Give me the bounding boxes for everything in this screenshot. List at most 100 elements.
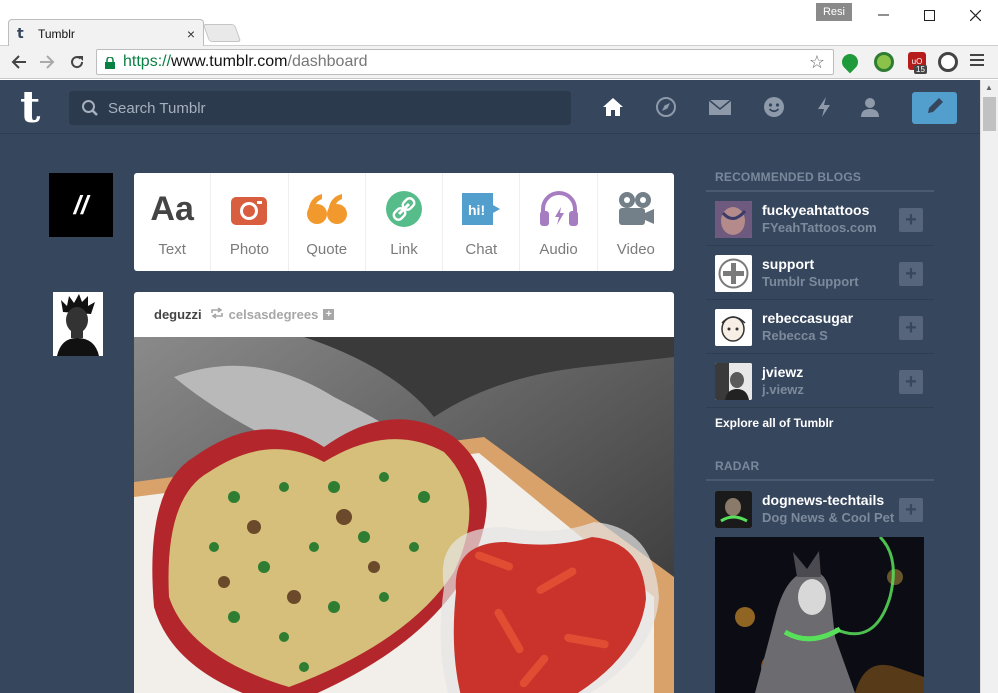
blog-avatar[interactable] xyxy=(715,309,752,346)
blog-title: Tumblr Support xyxy=(762,274,859,289)
post-type-bar: Aa Text Photo Quote Link hi! Chat Audio … xyxy=(134,173,674,271)
follow-button[interactable]: + xyxy=(899,316,923,340)
home-icon[interactable] xyxy=(601,95,625,119)
post-author-link[interactable]: deguzzi xyxy=(154,307,202,322)
tumblr-header: t Search Tumblr xyxy=(0,80,980,134)
radar-title: RADAR xyxy=(715,459,760,473)
maximize-icon[interactable] xyxy=(906,0,952,30)
blog-title: FYeahTattoos.com xyxy=(762,220,877,235)
extension-green-leaf-icon[interactable] xyxy=(838,50,862,74)
blog-avatar[interactable] xyxy=(715,201,752,238)
text-icon: Aa xyxy=(150,189,194,228)
post-type-label: Photo xyxy=(229,241,270,258)
profile-badge[interactable]: Resi xyxy=(816,3,852,21)
search-icon xyxy=(81,99,99,117)
follow-button[interactable]: + xyxy=(899,498,923,522)
follow-button[interactable]: + xyxy=(899,370,923,394)
post-type-label: Video xyxy=(616,241,655,258)
forward-arrow-icon[interactable] xyxy=(36,51,58,73)
scroll-thumb[interactable] xyxy=(983,97,996,131)
post-type-label: Text xyxy=(158,241,186,258)
camera-icon xyxy=(230,190,268,228)
messaging-smiley-icon[interactable] xyxy=(762,95,786,119)
post-type-label: Link xyxy=(390,241,418,258)
recommended-blog-row[interactable]: jviewz j.viewz + xyxy=(706,354,934,408)
search-input[interactable]: Search Tumblr xyxy=(69,91,571,125)
minimize-icon[interactable] xyxy=(860,0,906,30)
recommended-blog-row[interactable]: rebeccasugar Rebecca S + xyxy=(706,300,934,354)
address-bar[interactable]: https://www.tumblr.com/dashboard ☆ xyxy=(96,49,834,75)
post-photo[interactable] xyxy=(134,337,674,693)
post-header: deguzzi celsasdegrees + xyxy=(134,292,674,337)
tab-close-icon[interactable]: × xyxy=(187,26,195,42)
extension-sync-icon[interactable] xyxy=(938,52,958,72)
scroll-up-arrow-icon[interactable]: ▲ xyxy=(985,83,993,92)
close-window-icon[interactable] xyxy=(952,0,998,30)
follow-source-icon[interactable]: + xyxy=(323,309,335,320)
extension-green-ring-icon[interactable] xyxy=(874,52,894,72)
follow-button[interactable]: + xyxy=(899,208,923,232)
blog-name[interactable]: dognews-techtails xyxy=(762,492,884,508)
blog-name[interactable]: fuckyeahtattoos xyxy=(762,202,869,218)
activity-lightning-icon[interactable] xyxy=(812,95,836,119)
link-icon xyxy=(385,190,423,228)
post-type-chat[interactable]: hi! Chat xyxy=(443,173,521,271)
radar-blog-row[interactable]: dognews-techtails Dog News & Cool Pet + xyxy=(706,486,934,536)
browser-toolbar: https://www.tumblr.com/dashboard ☆ uO 15 xyxy=(0,46,998,79)
quote-icon xyxy=(306,190,348,228)
reload-icon[interactable] xyxy=(66,51,88,73)
new-tab-button[interactable] xyxy=(202,24,242,42)
post-type-label: Audio xyxy=(539,241,578,258)
user-avatar[interactable]: // xyxy=(49,173,113,237)
recommended-blogs-title: RECOMMENDED BLOGS xyxy=(715,170,862,184)
post-type-audio[interactable]: Audio xyxy=(520,173,598,271)
tumblr-favicon-icon: t xyxy=(17,25,24,42)
back-arrow-icon[interactable] xyxy=(8,51,30,73)
search-placeholder: Search Tumblr xyxy=(108,99,206,117)
follow-button[interactable]: + xyxy=(899,262,923,286)
post-type-text[interactable]: Aa Text xyxy=(134,173,212,271)
post-author-avatar[interactable] xyxy=(53,292,103,356)
ublock-count-badge: 15 xyxy=(914,65,927,74)
post-type-link[interactable]: Link xyxy=(366,173,444,271)
blog-avatar[interactable] xyxy=(715,363,752,400)
post-type-video[interactable]: Video xyxy=(598,173,674,271)
post-type-photo[interactable]: Photo xyxy=(211,173,289,271)
account-person-icon[interactable] xyxy=(858,95,882,119)
browser-titlebar: t Tumblr × Resi xyxy=(0,0,998,47)
blog-avatar[interactable] xyxy=(715,491,752,528)
browser-menu-icon[interactable] xyxy=(970,53,986,69)
video-camera-icon xyxy=(616,190,656,228)
post-type-quote[interactable]: Quote xyxy=(289,173,366,271)
blog-title: Dog News & Cool Pet xyxy=(762,510,895,525)
recommended-blog-row[interactable]: fuckyeahtattoos FYeahTattoos.com + xyxy=(706,192,934,246)
post-source-link[interactable]: celsasdegrees xyxy=(229,307,319,322)
svg-text:hi!: hi! xyxy=(468,202,485,218)
page-scrollbar[interactable]: ▲ xyxy=(980,80,998,693)
radar-post-image[interactable] xyxy=(715,537,924,693)
tumblr-logo[interactable]: t xyxy=(20,86,52,130)
browser-tab[interactable]: t Tumblr × xyxy=(8,19,204,47)
tab-title: Tumblr xyxy=(38,26,75,41)
blog-name[interactable]: support xyxy=(762,256,814,272)
post-type-label: Quote xyxy=(306,241,348,258)
blog-title: j.viewz xyxy=(762,382,804,397)
url-path: /dashboard xyxy=(287,53,368,70)
recommended-blog-row[interactable]: support Tumblr Support + xyxy=(706,246,934,300)
lock-icon xyxy=(105,56,115,69)
post-card: deguzzi celsasdegrees + xyxy=(134,292,674,693)
blog-name[interactable]: rebeccasugar xyxy=(762,310,853,326)
explore-all-link[interactable]: Explore all of Tumblr xyxy=(715,416,833,430)
blog-avatar[interactable] xyxy=(715,255,752,292)
pencil-icon xyxy=(925,96,945,121)
headphones-icon xyxy=(539,190,579,228)
bookmark-star-icon[interactable]: ☆ xyxy=(809,52,825,73)
explore-compass-icon[interactable] xyxy=(654,95,678,119)
blog-name[interactable]: jviewz xyxy=(762,364,803,380)
inbox-mail-icon[interactable] xyxy=(708,95,732,119)
section-divider xyxy=(706,479,934,481)
compose-button[interactable] xyxy=(912,92,957,124)
blog-title: Rebecca S xyxy=(762,328,828,343)
url-host: www.tumblr.com xyxy=(171,53,288,70)
post-type-label: Chat xyxy=(465,241,498,258)
